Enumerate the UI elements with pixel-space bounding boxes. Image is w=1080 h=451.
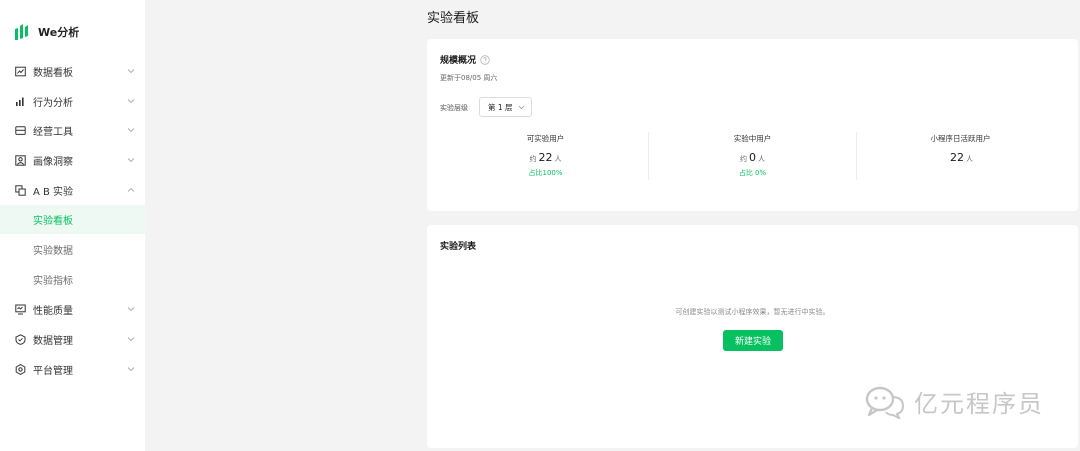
chevron-up-icon (127, 187, 135, 192)
experiment-list-title: 实验列表 (440, 242, 477, 252)
stat-label: 小程序日活跃用户 (930, 134, 991, 143)
stat-value: 22 人 (857, 149, 1064, 164)
chevron-down-icon (127, 307, 135, 312)
page-title: 实验看板 (427, 11, 480, 26)
brand-name: We分析 (38, 26, 80, 39)
stat-percent (857, 168, 1064, 178)
bar-chart-icon (16, 97, 24, 106)
layer-select-value: 第 1 层 (488, 102, 513, 112)
sidebar-item-label: 经营工具 (33, 126, 73, 138)
stat-percent: 占比100% (528, 169, 563, 177)
stat-number: 22 (538, 151, 553, 164)
sidebar: We分析 数据看板 行为分析 经营工具 画像洞察 A B 实验 实验看板 实验数… (0, 0, 145, 451)
stat-number: 22 (950, 151, 964, 164)
scale-overview-card: 规模概况 更新于08/05 周六 实验层级 第 1 层 可实验用户 约 22 人 占… (427, 39, 1078, 211)
sidebar-item-platform-management[interactable]: 平台管理 (0, 355, 145, 383)
updated-time: 更新于08/05 周六 (440, 74, 498, 82)
watermark: 亿元程序员 (864, 384, 1044, 419)
monitor-icon (15, 304, 26, 314)
stat-label: 实验中用户 (733, 134, 772, 143)
stat-daily-active-users: 小程序日活跃用户 22 人 (857, 133, 1064, 178)
chevron-down-icon (518, 105, 525, 110)
shield-check-icon (15, 333, 26, 345)
wechat-official-account-icon (865, 386, 905, 419)
stat-available-users: 可实验用户 约 22 人 占比100% (442, 133, 649, 178)
stat-unit: 人 (554, 155, 562, 163)
stat-unit: 人 (758, 155, 765, 163)
question-circle-icon[interactable] (480, 54, 490, 65)
sidebar-item-label: 数据管理 (33, 335, 73, 347)
stat-label: 可实验用户 (526, 134, 565, 143)
sidebar-subitem-experiment-metrics[interactable]: 实验指标 (0, 265, 145, 294)
sidebar-item-portrait-insight[interactable]: 画像洞察 (0, 146, 145, 174)
wallet-icon (15, 125, 26, 135)
copy-squares-icon (15, 184, 26, 196)
chevron-down-icon (127, 99, 135, 104)
brand[interactable]: We分析 (14, 22, 79, 42)
sidebar-item-performance-quality[interactable]: 性能质量 (0, 295, 145, 323)
stat-in-experiment-users: 实验中用户 约0人 占比 0% (649, 133, 856, 178)
portrait-icon (15, 154, 26, 166)
stat-value: 约 22 人 (442, 149, 649, 164)
stat-percent: 占比 0% (738, 169, 767, 177)
sidebar-subitem-experiment-data[interactable]: 实验数据 (0, 235, 145, 264)
stat-unit: 人 (966, 155, 973, 163)
sidebar-item-label: 数据看板 (33, 67, 73, 79)
new-experiment-button[interactable]: 新建实验 (723, 330, 783, 351)
sidebar-item-label: 画像洞察 (33, 156, 73, 168)
chevron-down-icon (127, 367, 135, 372)
watermark-text: 亿元程序员 (914, 390, 1044, 418)
stat-prefix: 约 (740, 155, 747, 163)
sidebar-subitem-experiment-board[interactable]: 实验看板 (0, 205, 145, 234)
sidebar-item-label: 平台管理 (33, 365, 73, 377)
empty-state-text: 可创建实验以测试小程序效果，暂无进行中实验。 (675, 308, 830, 316)
overview-title: 规模概况 (440, 53, 490, 66)
bars-logo-icon (15, 24, 28, 40)
layer-select[interactable]: 第 1 层 (479, 97, 532, 117)
chevron-down-icon (127, 128, 135, 133)
sidebar-item-ab-test[interactable]: A B 实验 (0, 176, 145, 204)
sidebar-item-business-tools[interactable]: 经营工具 (0, 116, 145, 144)
sidebar-item-label: A B 实验 (33, 186, 74, 198)
sidebar-item-label: 性能质量 (33, 305, 73, 317)
chevron-down-icon (127, 337, 135, 342)
sidebar-item-behavior-analysis[interactable]: 行为分析 (0, 87, 145, 115)
chevron-down-icon (127, 158, 135, 163)
sidebar-item-dashboard[interactable]: 数据看板 (0, 57, 145, 85)
stat-prefix: 约 (529, 155, 537, 163)
sidebar-item-label: 行为分析 (33, 97, 73, 109)
overview-title-text: 规模概况 (440, 56, 477, 66)
stat-value: 约0人 (649, 149, 856, 164)
dashboard-icon (15, 66, 26, 76)
chevron-down-icon (127, 69, 135, 74)
sidebar-item-data-management[interactable]: 数据管理 (0, 325, 145, 353)
hexagon-gear-icon (15, 363, 26, 375)
layer-label: 实验层级 (440, 104, 468, 112)
stat-number: 0 (749, 151, 756, 164)
